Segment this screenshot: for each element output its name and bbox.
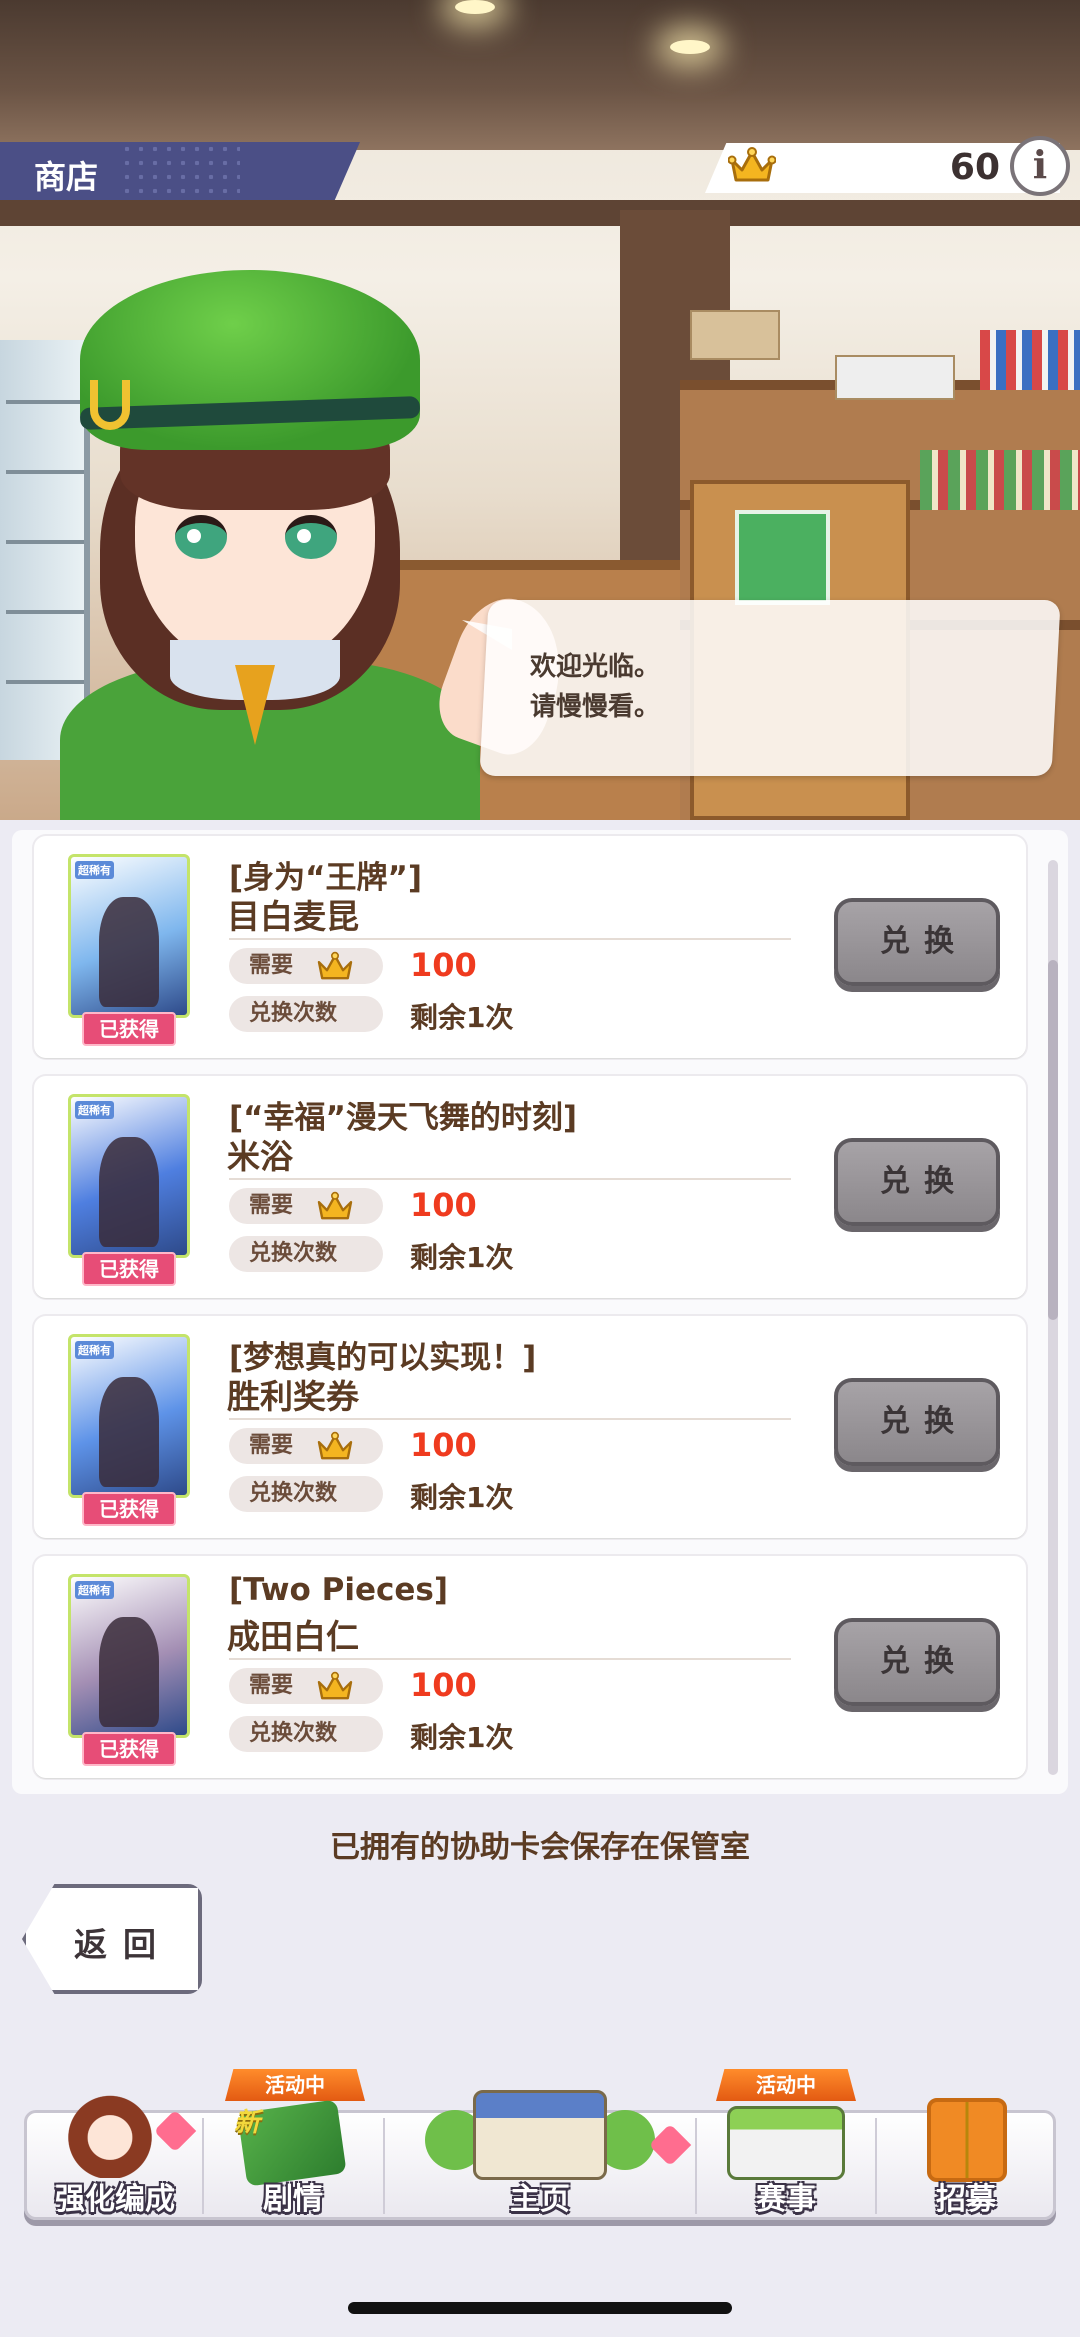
cost-label: 需要 <box>249 1673 294 1698</box>
exchange-count-label: 兑换次数 <box>249 1481 338 1506</box>
green-sign <box>735 510 830 605</box>
dialogue-text: 欢迎光临。 请慢慢看。 <box>530 647 660 727</box>
cardboard-box <box>835 355 955 400</box>
rarity-label: 超稀有 <box>75 861 114 879</box>
card-character-name: 胜利奖券 <box>227 1377 359 1416</box>
owned-badge: 已获得 <box>82 1252 176 1286</box>
nav-label: 赛事 <box>756 2182 816 2217</box>
nav-home[interactable]: 主页 <box>385 2070 695 2220</box>
support-card-thumbnail[interactable]: 超稀有 <box>68 854 190 1018</box>
cost-value: 100 <box>410 1186 477 1224</box>
nav-recruit[interactable]: 招募 <box>877 2080 1055 2220</box>
exchange-count-pill: 兑换次数 <box>229 1236 383 1272</box>
books <box>980 330 1080 390</box>
crown-icon <box>317 1431 353 1460</box>
owned-badge: 已获得 <box>82 1732 176 1766</box>
exchange-item: 超稀有 已获得 [“幸福”漫天飞舞的时刻] 米浴 需要 100 兑换次数 剩余1… <box>34 1076 1026 1298</box>
ceiling-light <box>455 0 495 14</box>
exchange-button[interactable]: 兑换 <box>834 1378 1000 1466</box>
cost-value: 100 <box>410 1666 477 1704</box>
remaining-count: 剩余1次 <box>410 1721 514 1754</box>
remaining-count: 剩余1次 <box>410 1481 514 1514</box>
scrollbar-thumb[interactable] <box>1048 960 1058 1320</box>
cost-label-pill: 需要 <box>229 1428 383 1464</box>
support-card-thumbnail[interactable]: 超稀有 <box>68 1094 190 1258</box>
cost-label-pill: 需要 <box>229 1668 383 1704</box>
nav-label: 招募 <box>936 2182 996 2217</box>
card-title: [Two Pieces] <box>229 1572 449 1608</box>
cost-label: 需要 <box>249 1193 294 1218</box>
dialogue-line: 欢迎光临。 <box>530 652 661 682</box>
info-button[interactable]: i <box>1010 136 1070 196</box>
crown-icon <box>728 147 776 182</box>
cost-label: 需要 <box>249 953 294 978</box>
support-card-thumbnail[interactable]: 超稀有 <box>68 1574 190 1738</box>
exchange-button[interactable]: 兑换 <box>834 898 1000 986</box>
character-icon <box>62 2088 158 2178</box>
ceiling <box>0 0 1080 150</box>
wall-beam <box>0 200 1080 226</box>
home-indicator[interactable] <box>348 2302 732 2314</box>
exchange-count-pill: 兑换次数 <box>229 996 383 1032</box>
divider <box>229 938 791 940</box>
exchange-count-pill: 兑换次数 <box>229 1716 383 1752</box>
page-title: 商店 <box>34 158 99 196</box>
dialogue-line: 请慢慢看。 <box>530 692 661 722</box>
cost-label: 需要 <box>249 1433 294 1458</box>
currency-value: 60 <box>949 147 1000 188</box>
exchange-item: 超稀有 已获得 [梦想真的可以实现！] 胜利奖券 需要 100 兑换次数 剩余1… <box>34 1316 1026 1538</box>
race-gate-icon <box>727 2106 845 2180</box>
exchange-item: 超稀有 已获得 [Two Pieces] 成田白仁 需要 100 兑换次数 剩余… <box>34 1556 1026 1778</box>
nav-label: 剧情 <box>263 2182 323 2217</box>
crown-icon <box>317 1191 353 1220</box>
cost-value: 100 <box>410 1426 477 1464</box>
owned-badge: 已获得 <box>82 1492 176 1526</box>
support-card-thumbnail[interactable]: 超稀有 <box>68 1334 190 1498</box>
divider <box>229 1418 791 1420</box>
remaining-count: 剩余1次 <box>410 1001 514 1034</box>
new-tag: 新 <box>234 2108 261 2138</box>
shopkeeper-character <box>40 270 583 820</box>
nav-race[interactable]: 赛事 <box>697 2080 875 2220</box>
exchange-button[interactable]: 兑换 <box>834 1138 1000 1226</box>
crown-icon <box>317 1671 353 1700</box>
heart-icon <box>648 2123 692 2167</box>
nav-label: 强化编成 <box>55 2182 175 2217</box>
remaining-count: 剩余1次 <box>410 1241 514 1274</box>
card-character-name: 成田白仁 <box>227 1617 359 1656</box>
rarity-label: 超稀有 <box>75 1101 114 1119</box>
rarity-label: 超稀有 <box>75 1581 114 1599</box>
nav-enhance[interactable]: 强化编成 <box>28 2080 202 2220</box>
rarity-label: 超稀有 <box>75 1341 114 1359</box>
cost-value: 100 <box>410 946 477 984</box>
exchange-item: 超稀有 已获得 [身为“王牌”] 目白麦昆 需要 100 兑换次数 剩余1次 兑… <box>34 836 1026 1058</box>
owned-badge: 已获得 <box>82 1012 176 1046</box>
card-character-name: 米浴 <box>227 1137 293 1176</box>
card-character-name: 目白麦昆 <box>227 897 359 936</box>
exchange-count-label: 兑换次数 <box>249 1241 338 1266</box>
gacha-door-icon <box>927 2098 1007 2182</box>
ceiling-light <box>670 40 710 54</box>
exchange-count-label: 兑换次数 <box>249 1721 338 1746</box>
crown-icon <box>317 951 353 980</box>
exchange-button[interactable]: 兑换 <box>834 1618 1000 1706</box>
cost-label-pill: 需要 <box>229 1188 383 1224</box>
cost-label-pill: 需要 <box>229 948 383 984</box>
cardboard-box <box>690 310 780 360</box>
heart-icon <box>153 2109 197 2153</box>
page-title-tag: 商店 <box>0 142 360 200</box>
exchange-count-pill: 兑换次数 <box>229 1476 383 1512</box>
back-button-label: 返回 <box>74 1925 172 1964</box>
storage-note: 已拥有的协助卡会保存在保管室 <box>330 1830 750 1865</box>
divider <box>229 1178 791 1180</box>
exchange-count-label: 兑换次数 <box>249 1001 338 1026</box>
divider <box>229 1658 791 1660</box>
nav-story[interactable]: 新 剧情 <box>204 2080 382 2220</box>
nav-label: 主页 <box>510 2182 570 2217</box>
books <box>920 450 1080 510</box>
school-building-icon <box>473 2090 607 2180</box>
